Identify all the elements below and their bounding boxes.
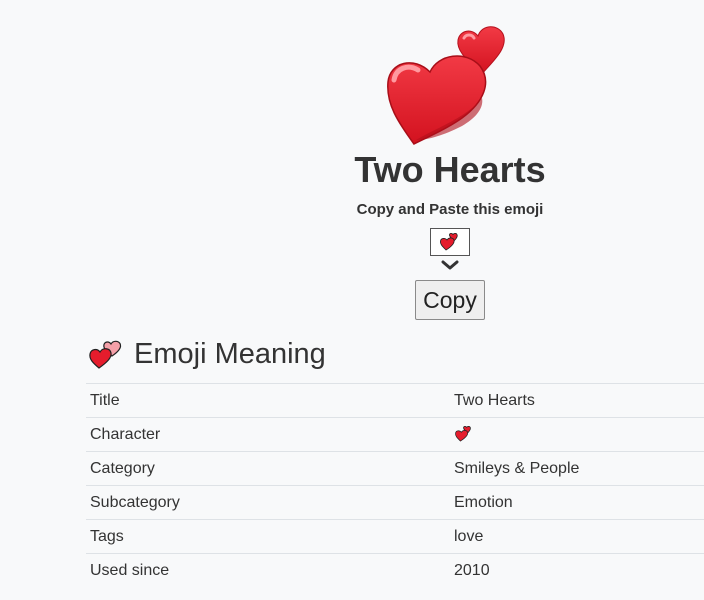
copy-button[interactable]: Copy [415, 280, 485, 320]
row-value: Two Hearts [450, 383, 704, 418]
emoji-meaning-table: Title Two Hearts Character Category Smil… [86, 383, 704, 587]
row-value: love [450, 519, 704, 554]
table-row: Used since 2010 [86, 553, 704, 587]
row-value [450, 417, 704, 452]
chevron-down-icon [441, 260, 459, 270]
two-hearts-icon [89, 340, 122, 369]
row-label: Category [86, 451, 450, 486]
row-value: 2010 [450, 553, 704, 587]
table-row: Tags love [86, 519, 704, 554]
two-hearts-icon [440, 233, 458, 251]
row-value: Smileys & People [450, 451, 704, 486]
row-label: Used since [86, 553, 450, 587]
row-label: Character [86, 417, 450, 452]
row-label: Subcategory [86, 485, 450, 520]
row-value: Emotion [450, 485, 704, 520]
table-row: Title Two Hearts [86, 383, 704, 418]
row-label: Title [86, 383, 450, 418]
meaning-header: Emoji Meaning [88, 338, 326, 371]
meaning-heading: Emoji Meaning [134, 338, 326, 370]
two-hearts-icon [387, 26, 505, 145]
emoji-title: Two Hearts [354, 149, 546, 190]
row-label: Tags [86, 519, 450, 554]
emoji-character-box[interactable] [430, 228, 470, 256]
two-hearts-icon [455, 426, 471, 442]
table-row: Character [86, 417, 704, 452]
table-row: Category Smileys & People [86, 451, 704, 486]
copy-prompt: Copy and Paste this emoji [356, 201, 544, 218]
table-row: Subcategory Emotion [86, 485, 704, 520]
